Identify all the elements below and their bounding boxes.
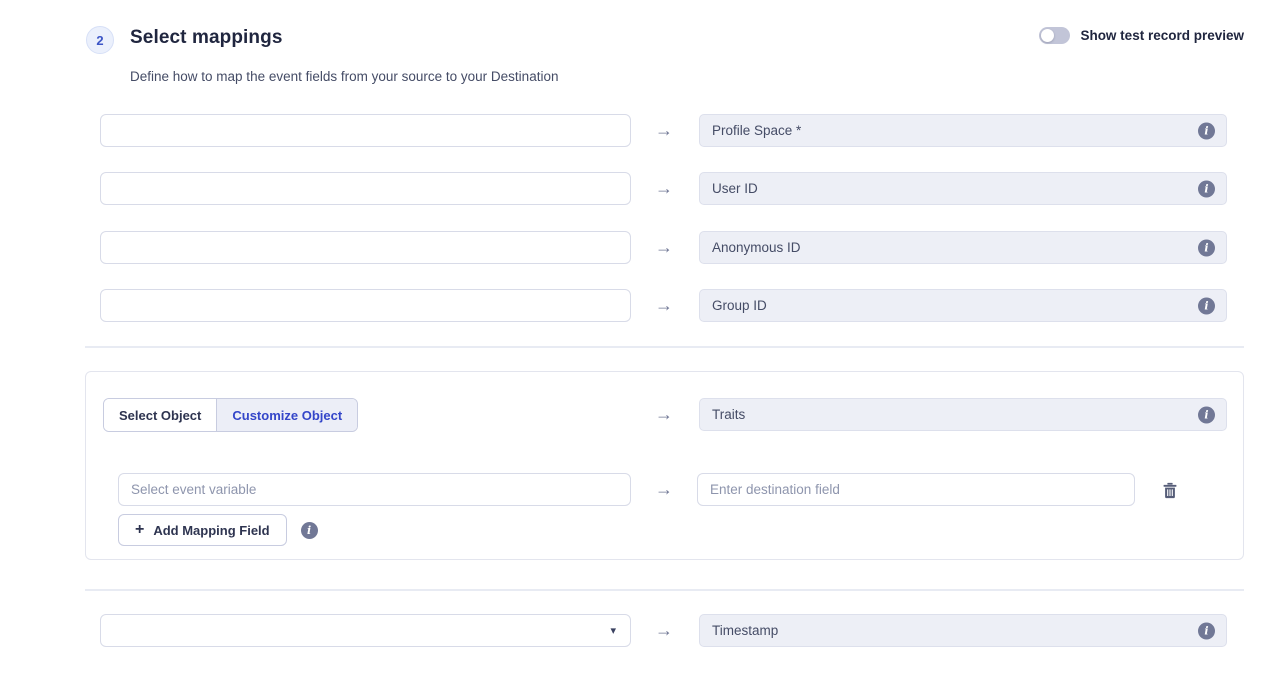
- show-test-record-preview-toggle[interactable]: [1039, 27, 1070, 44]
- arrow-right-icon: →: [648, 473, 680, 506]
- add-mapping-field-label: Add Mapping Field: [153, 523, 269, 538]
- toggle-label: Show test record preview: [1080, 28, 1244, 43]
- trash-icon: [1162, 482, 1178, 499]
- destination-field-timestamp: Timestamp i: [699, 614, 1227, 647]
- info-icon[interactable]: i: [1198, 239, 1215, 256]
- source-field-input-anonymous-id[interactable]: [100, 231, 631, 264]
- page-title: Select mappings: [130, 27, 283, 49]
- destination-label: User ID: [712, 181, 758, 196]
- info-icon[interactable]: i: [301, 522, 318, 539]
- destination-label: Anonymous ID: [712, 240, 801, 255]
- destination-label: Profile Space *: [712, 123, 801, 138]
- section-divider: [85, 589, 1244, 591]
- arrow-right-icon: →: [648, 289, 680, 322]
- arrow-right-icon: →: [648, 231, 680, 264]
- arrow-right-icon: →: [648, 614, 680, 647]
- info-icon[interactable]: i: [1198, 122, 1215, 139]
- add-mapping-field-button[interactable]: + Add Mapping Field: [118, 514, 287, 546]
- timestamp-source-select[interactable]: ▾: [100, 614, 631, 647]
- source-field-input-user-id[interactable]: [100, 172, 631, 205]
- destination-field-user-id: User ID i: [699, 172, 1227, 205]
- add-mapping-row: + Add Mapping Field i: [118, 514, 318, 546]
- source-field-input-group-id[interactable]: [100, 289, 631, 322]
- tab-customize-object[interactable]: Customize Object: [216, 399, 357, 431]
- page-subtitle: Define how to map the event fields from …: [130, 69, 558, 84]
- test-record-preview-control: Show test record preview: [1039, 27, 1244, 44]
- object-mode-tab-group: Select Object Customize Object: [103, 398, 358, 432]
- destination-field-group-id: Group ID i: [699, 289, 1227, 322]
- destination-field-anonymous-id: Anonymous ID i: [699, 231, 1227, 264]
- destination-label: Timestamp: [712, 623, 778, 638]
- event-variable-input[interactable]: [118, 473, 631, 506]
- tab-select-object[interactable]: Select Object: [104, 399, 216, 431]
- info-icon[interactable]: i: [1198, 297, 1215, 314]
- destination-field-profile-space: Profile Space * i: [699, 114, 1227, 147]
- arrow-right-icon: →: [648, 398, 680, 431]
- arrow-right-icon: →: [648, 114, 680, 147]
- section-divider: [85, 346, 1244, 348]
- info-icon[interactable]: i: [1198, 406, 1215, 423]
- arrow-right-icon: →: [648, 172, 680, 205]
- plus-icon: +: [135, 522, 144, 538]
- toggle-knob: [1041, 29, 1054, 42]
- info-icon[interactable]: i: [1198, 180, 1215, 197]
- destination-label: Group ID: [712, 298, 767, 313]
- destination-field-traits: Traits i: [699, 398, 1227, 431]
- info-icon[interactable]: i: [1198, 622, 1215, 639]
- destination-field-input[interactable]: [697, 473, 1135, 506]
- select-mappings-panel: 2 Select mappings Show test record previ…: [0, 0, 1283, 676]
- step-number-badge: 2: [86, 26, 114, 54]
- destination-label: Traits: [712, 407, 745, 422]
- source-field-input-profile-space[interactable]: [100, 114, 631, 147]
- chevron-down-icon: ▾: [610, 624, 616, 637]
- delete-mapping-button[interactable]: [1161, 481, 1179, 499]
